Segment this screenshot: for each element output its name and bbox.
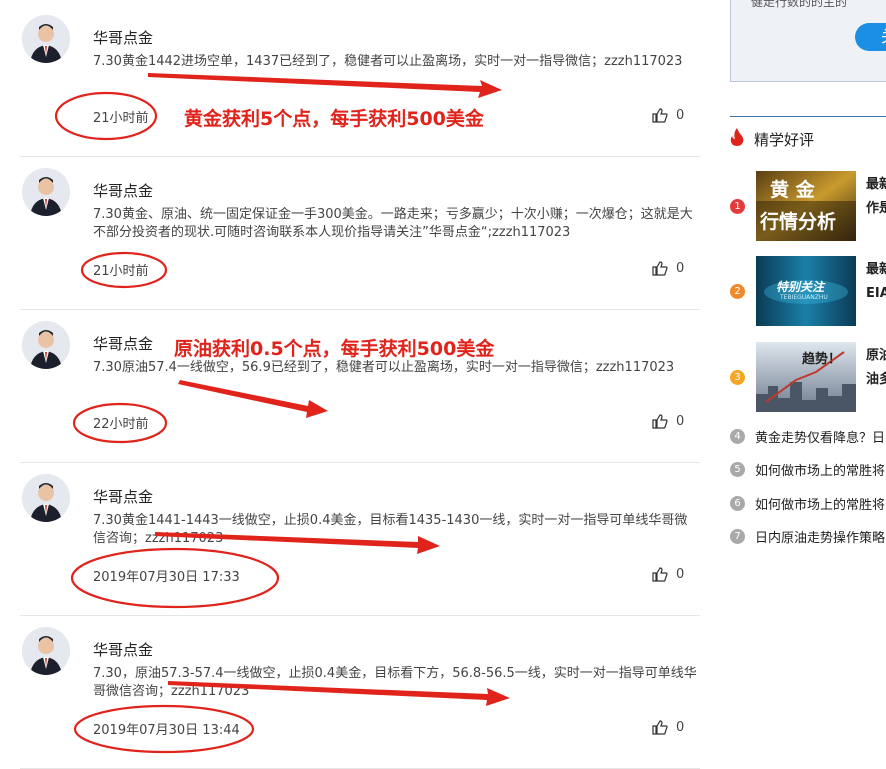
post-time: 21小时前 xyxy=(93,111,149,126)
thumbs-up-icon xyxy=(652,567,668,582)
thumbs-up-icon xyxy=(652,108,668,123)
post-time: 22小时前 xyxy=(93,417,149,432)
thumb-caption: 黄 金 xyxy=(770,179,815,201)
author-name[interactable]: 华哥点金 xyxy=(93,486,153,507)
article-title-line: 最新 xyxy=(866,177,886,192)
like-button[interactable]: 0 xyxy=(652,720,684,735)
article-title[interactable]: 原油 油多 xyxy=(866,344,886,392)
article-title[interactable]: 日内原油走势操作策略 xyxy=(755,527,885,546)
post-item: 华哥点金 7.30原油57.4一线做空，56.9已经到了，稳健者可以止盈离场，实… xyxy=(20,309,700,463)
like-button[interactable]: 0 xyxy=(652,261,684,276)
article-title-line: 最新 xyxy=(866,262,886,277)
like-button[interactable]: 0 xyxy=(652,567,684,582)
like-count: 0 xyxy=(676,414,685,429)
avatar[interactable] xyxy=(22,168,70,216)
post-time: 2019年07月30日 13:44 xyxy=(93,723,240,738)
article-thumbnail[interactable]: 趋势！ xyxy=(756,342,856,412)
article-title[interactable]: 如何做市场上的常胜将 xyxy=(755,494,885,513)
rank-badge: 3 xyxy=(730,370,745,385)
list-article[interactable]: 5 如何做市场上的常胜将 xyxy=(730,460,886,479)
like-count: 0 xyxy=(676,720,685,735)
section-title: 精学好评 xyxy=(754,130,815,149)
annotation-oil-profit: 原油获利0.5个点，每手获利500美金 xyxy=(174,338,495,360)
like-count: 0 xyxy=(676,567,685,582)
ranked-article[interactable]: 3 趋势！ 原油 油多 xyxy=(730,342,886,414)
post-item: 华哥点金 7.30，原油57.3-57.4一线做空，止损0.4美金，目标看下方，… xyxy=(20,615,700,769)
article-thumbnail[interactable]: 黄 金 行情分析 xyxy=(756,171,856,241)
follow-button[interactable]: 关 xyxy=(855,23,886,51)
author-name[interactable]: 华哥点金 xyxy=(93,333,153,354)
flame-icon xyxy=(730,128,744,150)
like-button[interactable]: 0 xyxy=(652,108,684,123)
article-title[interactable]: 最新 作是 xyxy=(866,173,886,221)
rank-badge: 7 xyxy=(730,528,745,544)
post-text: 7.30原油57.4一线做空，56.9已经到了，稳健者可以止盈离场，实时一对一指… xyxy=(93,360,675,375)
article-title-line: 原油 xyxy=(866,348,886,363)
post-item: 华哥点金 7.30黄金1442进场空单，1437已经到了，稳健者可以止盈离场，实… xyxy=(20,3,700,157)
post-text: 7.30黄金1442进场空单，1437已经到了，稳健者可以止盈离场，实时一对一指… xyxy=(93,54,683,69)
article-title-line: 油多 xyxy=(866,372,886,387)
article-title-line: 作是 xyxy=(866,201,886,216)
post-text: 7.30黄金1441-1443一线做空，止损0.4美金，目标看1435-1430… xyxy=(93,513,688,546)
thumbs-up-icon xyxy=(652,720,668,735)
author-name[interactable]: 华哥点金 xyxy=(93,27,153,48)
article-title[interactable]: 最新 EIA xyxy=(866,258,886,306)
article-title[interactable]: 如何做市场上的常胜将 xyxy=(755,460,885,479)
list-article[interactable]: 4 黄金走势仅看降息？日 xyxy=(730,427,886,446)
thumbs-up-icon xyxy=(652,414,668,429)
post-text: 7.30，原油57.3-57.4一线做空，止损0.4美金，目标看下方，56.8-… xyxy=(93,666,697,699)
avatar[interactable] xyxy=(22,15,70,63)
annotation-gold-profit: 黄金获利5个点，每手获利500美金 xyxy=(184,108,484,130)
ranked-article[interactable]: 1 黄 金 行情分析 最新 作是 xyxy=(730,171,886,243)
rank-badge: 6 xyxy=(730,495,745,511)
list-article[interactable]: 7 日内原油走势操作策略 xyxy=(730,527,886,546)
post-item: 华哥点金 7.30黄金1441-1443一线做空，止损0.4美金，目标看1435… xyxy=(20,462,700,616)
thumbs-up-icon xyxy=(652,261,668,276)
rank-badge: 5 xyxy=(730,461,745,477)
author-name[interactable]: 华哥点金 xyxy=(93,639,153,660)
list-article[interactable]: 6 如何做市场上的常胜将 xyxy=(730,494,886,513)
article-title-line: EIA xyxy=(866,286,886,301)
avatar[interactable] xyxy=(22,321,70,369)
post-time: 21小时前 xyxy=(93,264,149,279)
section-divider xyxy=(730,116,886,117)
like-count: 0 xyxy=(676,261,685,276)
post-text: 7.30黄金、原油、统一固定保证金一手300美金。一路走来；亏多赢少；十次小赚；… xyxy=(93,207,693,240)
post-item: 华哥点金 7.30黄金、原油、统一固定保证金一手300美金。一路走来；亏多赢少；… xyxy=(20,156,700,310)
thumb-caption: 行情分析 xyxy=(760,211,837,233)
post-time: 2019年07月30日 17:33 xyxy=(93,570,240,585)
article-thumbnail[interactable]: 特别关注 TEBIEGUANZHU xyxy=(756,256,856,326)
thumb-caption: TEBIEGUANZHU xyxy=(780,294,828,301)
rank-badge: 2 xyxy=(730,284,745,299)
rank-badge: 1 xyxy=(730,199,745,214)
avatar[interactable] xyxy=(22,627,70,675)
thumb-caption: 趋势！ xyxy=(802,352,842,367)
rank-badge: 4 xyxy=(730,428,745,444)
sidebar: 健走行数的的主的 关 精学好评 1 黄 金 行情分析 最新 作是 2 xyxy=(716,0,886,767)
ad-banner[interactable]: 健走行数的的主的 关 xyxy=(730,0,886,82)
ad-text: 健走行数的的主的 xyxy=(751,0,848,9)
author-name[interactable]: 华哥点金 xyxy=(93,180,153,201)
like-button[interactable]: 0 xyxy=(652,414,684,429)
section-header: 精学好评 xyxy=(730,128,814,150)
article-title[interactable]: 黄金走势仅看降息？日 xyxy=(755,427,885,446)
avatar[interactable] xyxy=(22,474,70,522)
like-count: 0 xyxy=(676,108,685,123)
thumb-caption: 特别关注 xyxy=(776,280,825,294)
ranked-article[interactable]: 2 特别关注 TEBIEGUANZHU 最新 EIA xyxy=(730,256,886,328)
